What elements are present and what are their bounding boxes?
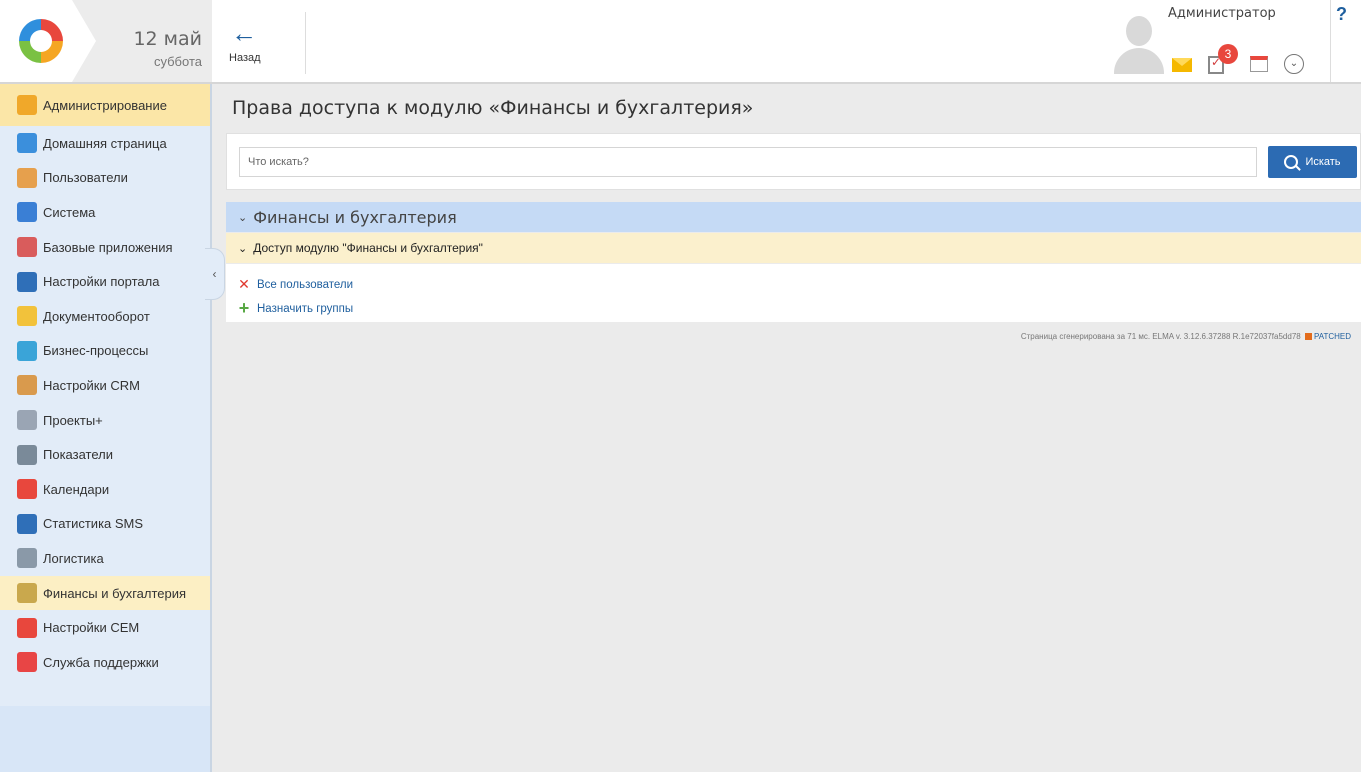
admin-key-icon — [17, 95, 37, 115]
sidebar-item-label: Календари — [43, 481, 110, 497]
back-button[interactable]: ← Назад — [227, 18, 297, 70]
group-title: Финансы и бухгалтерия — [253, 207, 457, 227]
projects-icon — [17, 410, 37, 431]
sidebar-menu: Администрирование Домашняя страница Пользо… — [0, 84, 210, 680]
divider — [1330, 0, 1331, 82]
generation-info: Страница сгенерирована за 71 мс. ELMA v.… — [1020, 332, 1301, 341]
portal-settings-icon — [17, 271, 37, 292]
sidebar-item-6[interactable]: Документооборот — [0, 299, 210, 334]
sidebar-collapse-button[interactable]: ‹ — [205, 248, 225, 300]
sidebar-item-label: Система — [43, 204, 96, 220]
avatar[interactable] — [1110, 14, 1166, 74]
sidebar-item-label: Проекты+ — [43, 412, 103, 428]
back-label: Назад — [229, 52, 261, 64]
sidebar: Администрирование Домашняя страница Пользо… — [0, 84, 212, 772]
chevron-down-icon[interactable]: ⌄ — [1284, 54, 1304, 74]
sidebar-item-16[interactable]: Служба поддержки — [0, 645, 210, 680]
permissions-list: ✕ Все пользователи + Назначить группы — [226, 264, 1361, 322]
sidebar-item-label: Документооборот — [43, 308, 150, 324]
assign-groups-label[interactable]: Назначить группы — [257, 303, 353, 315]
top-header: 12 май суббота ← Назад Администратор 3 ⌄… — [0, 0, 1361, 84]
sidebar-item-9[interactable]: Проекты+ — [0, 403, 210, 438]
sidebar-footer — [0, 706, 210, 772]
avatar-head — [1126, 16, 1152, 46]
sidebar-item-3[interactable]: Система — [0, 195, 210, 230]
remove-icon[interactable]: ✕ — [237, 276, 251, 293]
sidebar-item-14[interactable]: Финансы и бухгалтерия — [0, 575, 210, 611]
mail-icon[interactable] — [1172, 58, 1192, 72]
sidebar-item-4[interactable]: Базовые приложения — [0, 230, 210, 265]
sidebar-item-label: Бизнес-процессы — [43, 343, 149, 359]
page-footer: Страница сгенерирована за 71 мс. ELMA v.… — [1021, 332, 1351, 341]
sidebar-item-12[interactable]: Статистика SMS — [0, 507, 210, 542]
search-input[interactable] — [239, 147, 1257, 177]
sidebar-item-1[interactable]: Домашняя страница — [0, 126, 210, 161]
sub-header-module-access[interactable]: ⌄ Доступ модулю "Финансы и бухгалтерия" — [226, 233, 1361, 263]
folder-icon — [17, 306, 37, 327]
sms-stats-icon — [17, 513, 37, 534]
help-button[interactable]: ? — [1336, 4, 1347, 25]
home-tiles-icon — [17, 133, 37, 154]
page-title: Права доступа к модулю «Финансы и бухгал… — [232, 97, 754, 119]
sub-title: Доступ модулю "Финансы и бухгалтерия" — [253, 241, 483, 255]
date-day: 12 май — [133, 28, 202, 50]
avatar-body — [1114, 48, 1164, 74]
calendar-icon[interactable] — [1250, 56, 1268, 72]
patched-label: PATCHED — [1313, 332, 1351, 341]
calendar-icon — [17, 479, 37, 500]
tasks-count-badge: 3 — [1218, 44, 1238, 64]
search-icon — [1284, 155, 1299, 169]
permission-label[interactable]: Все пользователи — [257, 279, 353, 291]
logo-ring-icon — [19, 19, 63, 63]
gauge-icon — [17, 444, 37, 465]
sidebar-item-label: Настройки портала — [43, 274, 160, 290]
sidebar-item-label: Финансы и бухгалтерия — [43, 585, 187, 601]
elma-logo[interactable] — [0, 0, 84, 82]
sidebar-item-2[interactable]: Пользователи — [0, 161, 210, 196]
search-panel: Искать — [226, 133, 1361, 190]
sidebar-item-label: Настройки CRM — [43, 377, 140, 393]
assign-groups-link[interactable]: + Назначить группы — [237, 298, 353, 319]
sidebar-item-label: Показатели — [43, 447, 113, 463]
back-arrow-icon: ← — [231, 18, 257, 48]
base-apps-icon — [17, 237, 37, 258]
search-button-label: Искать — [1305, 156, 1341, 168]
permission-all-users[interactable]: ✕ Все пользователи — [237, 276, 353, 293]
sidebar-item-label: Статистика SMS — [43, 516, 144, 532]
sidebar-item-label: Базовые приложения — [43, 239, 173, 255]
user-area: Администратор 3 ⌄ — [1104, 0, 1328, 82]
business-process-icon — [17, 340, 37, 361]
sidebar-item-label: Пользователи — [43, 170, 128, 186]
date-weekday: суббота — [153, 54, 202, 69]
users-icon — [17, 167, 37, 188]
patched-icon — [1304, 333, 1312, 340]
globe-icon — [17, 548, 37, 569]
sidebar-item-11[interactable]: Календари — [0, 472, 210, 507]
date-panel: 12 май суббота — [72, 0, 212, 82]
group-header-finance[interactable]: ⌄ Финансы и бухгалтерия — [226, 202, 1361, 232]
lifebuoy-icon — [17, 652, 37, 673]
search-button[interactable]: Искать — [1268, 146, 1357, 178]
divider — [305, 12, 306, 74]
sidebar-item-label: Служба поддержки — [43, 654, 159, 670]
abacus-icon — [17, 583, 37, 604]
sidebar-item-0[interactable]: Администрирование — [0, 84, 210, 126]
sidebar-item-label: Настройки CEM — [43, 620, 140, 636]
sidebar-item-10[interactable]: Показатели — [0, 437, 210, 472]
sidebar-item-13[interactable]: Логистика — [0, 541, 210, 576]
sidebar-item-label: Домашняя страница — [43, 135, 167, 151]
cem-settings-icon — [17, 617, 37, 638]
chevron-down-icon: ⌄ — [238, 210, 248, 224]
sidebar-item-7[interactable]: Бизнес-процессы — [0, 334, 210, 369]
chevron-down-icon: ⌄ — [238, 242, 248, 255]
system-nodes-icon — [17, 202, 37, 223]
add-icon: + — [238, 298, 250, 318]
user-name[interactable]: Администратор — [1168, 6, 1276, 21]
sidebar-item-15[interactable]: Настройки CEM — [0, 610, 210, 645]
crm-person-icon — [17, 375, 37, 396]
sidebar-item-8[interactable]: Настройки CRM — [0, 368, 210, 403]
sidebar-item-label: Администрирование — [43, 97, 167, 113]
sidebar-item-label: Логистика — [43, 550, 104, 566]
sidebar-item-5[interactable]: Настройки портала — [0, 264, 210, 299]
